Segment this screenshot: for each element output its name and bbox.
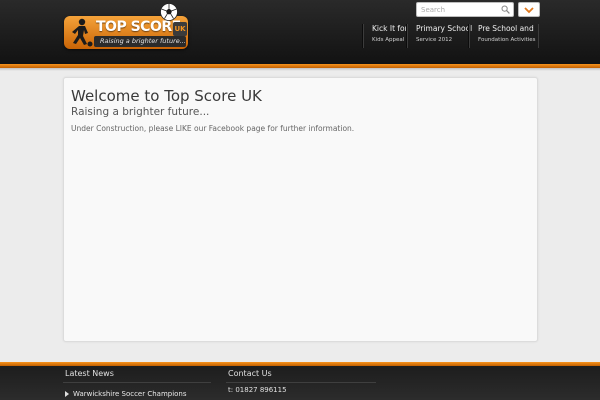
footballer-silhouette-icon bbox=[72, 18, 93, 47]
nav-item-label: Pre School and bbox=[478, 24, 534, 33]
nav-item-pre-school[interactable]: Pre School and Foundation Activities bbox=[469, 24, 539, 48]
logo-uk-badge: UK bbox=[173, 22, 187, 36]
nav-item-label: Primary School bbox=[416, 24, 473, 33]
site-header: TOP SCORE UK Raising a brighter future..… bbox=[0, 0, 600, 64]
chevron-down-icon bbox=[524, 7, 534, 14]
football-icon bbox=[160, 3, 178, 21]
news-item-label: Warwickshire Soccer Champions bbox=[73, 390, 187, 398]
news-item-link[interactable]: Warwickshire Soccer Champions bbox=[65, 390, 187, 398]
triangle-bullet-icon bbox=[65, 391, 69, 397]
latest-news-heading: Latest News bbox=[65, 369, 114, 378]
search-icon[interactable] bbox=[501, 5, 510, 14]
nav-item-primary-school[interactable]: Primary School Service 2012 bbox=[407, 24, 473, 48]
logo-title: TOP SCORE bbox=[96, 19, 181, 35]
main-content: Welcome to Top Score UK Raising a bright… bbox=[63, 77, 538, 342]
nav-item-sublabel: Service 2012 bbox=[416, 37, 453, 43]
header-shadow bbox=[0, 68, 600, 71]
header-dropdown-button[interactable] bbox=[518, 2, 540, 17]
contact-divider bbox=[226, 382, 376, 383]
news-divider bbox=[63, 382, 211, 383]
contact-phone: t: 01827 896115 bbox=[228, 386, 287, 394]
page-subtitle: Raising a brighter future... bbox=[71, 106, 210, 118]
search-box[interactable] bbox=[416, 2, 514, 17]
page-body-text: Under Construction, please LIKE our Face… bbox=[71, 124, 355, 133]
nav-item-kick-it[interactable]: Kick It for Kids Appeal bbox=[363, 24, 408, 48]
search-input[interactable] bbox=[421, 3, 499, 16]
contact-us-heading: Contact Us bbox=[228, 369, 272, 378]
nav-item-sublabel: Kids Appeal bbox=[372, 37, 405, 43]
page-title: Welcome to Top Score UK bbox=[71, 87, 262, 105]
nav-item-label: Kick It for bbox=[372, 24, 408, 33]
nav-item-sublabel: Foundation Activities bbox=[478, 37, 536, 43]
logo-tagline: Raising a brighter future... bbox=[100, 37, 186, 45]
